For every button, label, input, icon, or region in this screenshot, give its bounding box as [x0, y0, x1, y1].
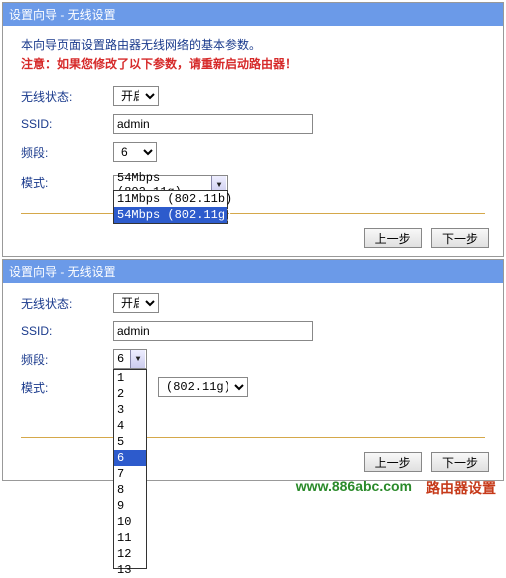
wireless-state-select[interactable]: 开启 [113, 86, 159, 106]
chevron-down-icon[interactable]: ▼ [130, 350, 145, 368]
label-mode: 模式: [21, 174, 113, 191]
divider [21, 213, 485, 214]
wireless-state-select[interactable]: 开启 [113, 293, 159, 313]
config-link[interactable]: 路由器设置 [426, 478, 496, 498]
channel-select[interactable]: 6 [113, 142, 157, 162]
button-row: 上一步 下一步 [3, 228, 503, 256]
wizard-panel-top: 设置向导 - 无线设置 本向导页面设置路由器无线网络的基本参数。 注意：如果您修… [2, 2, 504, 257]
channel-option[interactable]: 12 [114, 546, 146, 562]
mode-option-54[interactable]: 54Mbps (802.11g) [114, 207, 227, 223]
mode-dropdown[interactable]: 54Mbps (802.11g) ▼ 11Mbps (802.11b) 54Mb… [113, 170, 228, 195]
channel-option[interactable]: 3 [114, 402, 146, 418]
channel-option[interactable]: 11 [114, 530, 146, 546]
label-ssid: SSID: [21, 117, 113, 131]
panel-title: 设置向导 - 无线设置 [3, 3, 503, 26]
channel-option[interactable]: 13 [114, 562, 146, 578]
row-channel: 频段: 6 [21, 142, 485, 162]
panel-title: 设置向导 - 无线设置 [3, 260, 503, 283]
channel-option[interactable]: 7 [114, 466, 146, 482]
channel-dropdown-list: 1 2 3 4 5 6 7 8 9 10 11 12 13 [113, 369, 147, 569]
channel-option[interactable]: 5 [114, 434, 146, 450]
description-text: 本向导页面设置路由器无线网络的基本参数。 [21, 36, 485, 53]
mode-option-11[interactable]: 11Mbps (802.11b) [114, 191, 227, 207]
prev-button[interactable]: 上一步 [364, 452, 422, 472]
mode-select[interactable]: (802.11g) [158, 377, 248, 397]
button-row: 上一步 下一步 [3, 452, 503, 480]
label-mode: 模式: [21, 379, 113, 396]
channel-selected-value: 6 [114, 351, 130, 367]
row-wireless-state: 无线状态: 开启 [21, 86, 485, 106]
label-wireless-state: 无线状态: [21, 295, 113, 312]
channel-option[interactable]: 1 [114, 370, 146, 386]
channel-option[interactable]: 6 [114, 450, 146, 466]
warning-text: 注意：如果您修改了以下参数，请重新启动路由器！ [21, 55, 485, 72]
label-wireless-state: 无线状态: [21, 88, 113, 105]
wizard-panel-bottom: 设置向导 - 无线设置 无线状态: 开启 SSID: 频段: 6 ▼ 1 2 [2, 259, 504, 481]
row-mode: 模式: 54Mbps (802.11g) ▼ 11Mbps (802.11b) … [21, 170, 485, 195]
label-channel: 频段: [21, 144, 113, 161]
panel-body: 本向导页面设置路由器无线网络的基本参数。 注意：如果您修改了以下参数，请重新启动… [3, 26, 503, 228]
row-ssid: SSID: [21, 321, 485, 341]
channel-option[interactable]: 4 [114, 418, 146, 434]
domain-link[interactable]: www.886abc.com [296, 478, 412, 498]
label-ssid: SSID: [21, 324, 113, 338]
prev-button[interactable]: 上一步 [364, 228, 422, 248]
channel-option[interactable]: 9 [114, 498, 146, 514]
row-ssid: SSID: [21, 114, 485, 134]
channel-option[interactable]: 10 [114, 514, 146, 530]
mode-dropdown-list: 11Mbps (802.11b) 54Mbps (802.11g) [113, 190, 228, 224]
label-channel: 频段: [21, 351, 113, 368]
ssid-input[interactable] [113, 114, 313, 134]
panel-body: 无线状态: 开启 SSID: 频段: 6 ▼ 1 2 3 4 5 [3, 283, 503, 452]
ssid-input[interactable] [113, 321, 313, 341]
divider [21, 437, 485, 438]
next-button[interactable]: 下一步 [431, 452, 489, 472]
channel-dropdown[interactable]: 6 ▼ 1 2 3 4 5 6 7 8 9 10 11 12 13 [113, 349, 147, 369]
channel-option[interactable]: 2 [114, 386, 146, 402]
next-button[interactable]: 下一步 [431, 228, 489, 248]
row-mode: 模式: (802.11g) [21, 377, 485, 397]
row-wireless-state: 无线状态: 开启 [21, 293, 485, 313]
channel-option[interactable]: 8 [114, 482, 146, 498]
row-channel: 频段: 6 ▼ 1 2 3 4 5 6 7 8 9 10 11 [21, 349, 485, 369]
footer-links: www.886abc.com 路由器设置 [296, 478, 496, 498]
